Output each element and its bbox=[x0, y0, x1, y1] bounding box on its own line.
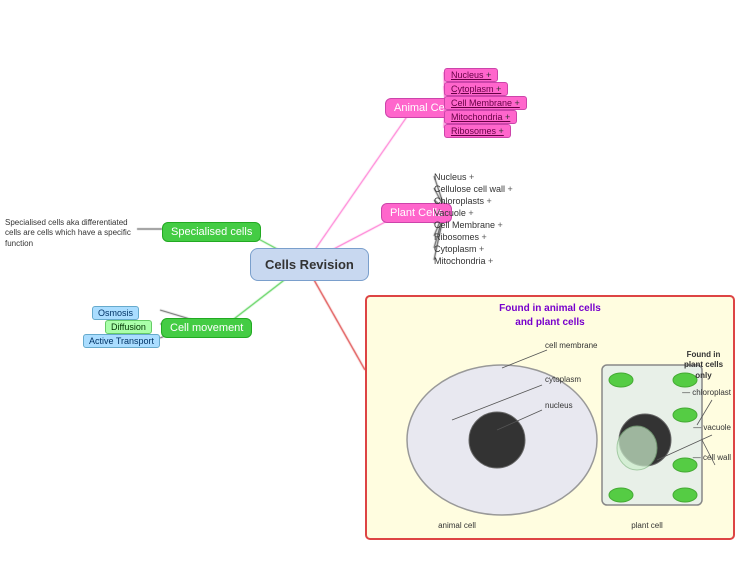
diffusion-node[interactable]: Diffusion bbox=[105, 320, 152, 334]
specialised-desc: Specialised cells aka differentiated cel… bbox=[5, 218, 135, 249]
diagram-content: cell membrane cytoplasm nucleus animal c… bbox=[367, 330, 733, 531]
plant-ribosomes: Ribosomes + bbox=[434, 232, 487, 242]
cell-movement-node[interactable]: Cell movement bbox=[161, 318, 252, 338]
diagram-box: Found in animal cellsand plant cells bbox=[365, 295, 735, 540]
animal-cytoplasm[interactable]: Cytoplasm + bbox=[444, 82, 508, 96]
osmosis-node[interactable]: Osmosis bbox=[92, 306, 139, 320]
specialised-label: Specialised cells bbox=[171, 226, 252, 238]
cell-movement-label: Cell movement bbox=[170, 322, 243, 334]
plant-chloroplasts: Chloroplasts + bbox=[434, 196, 492, 206]
svg-text:animal cell: animal cell bbox=[438, 521, 476, 530]
central-node[interactable]: Cells Revision bbox=[250, 248, 369, 281]
plant-cytoplasm: Cytoplasm + bbox=[434, 244, 484, 254]
vacuole-label: — vacuole bbox=[693, 423, 731, 432]
svg-text:cytoplasm: cytoplasm bbox=[545, 375, 581, 384]
animal-ribosomes[interactable]: Ribosomes + bbox=[444, 124, 511, 138]
cell-wall-label: — cell wall bbox=[693, 453, 731, 462]
svg-text:plant cell: plant cell bbox=[631, 521, 663, 530]
diagram-title: Found in animal cellsand plant cells bbox=[367, 302, 733, 330]
plant-cellwall: Cellulose cell wall + bbox=[434, 184, 513, 194]
plant-membrane: Cell Membrane + bbox=[434, 220, 503, 230]
svg-text:nucleus: nucleus bbox=[545, 401, 573, 410]
specialised-node[interactable]: Specialised cells bbox=[162, 222, 261, 242]
animal-mitochondria[interactable]: Mitochondria + bbox=[444, 110, 517, 124]
chloroplast-label: — chloroplast bbox=[682, 388, 731, 397]
active-transport-node[interactable]: Active Transport bbox=[83, 334, 160, 348]
animal-membrane[interactable]: Cell Membrane + bbox=[444, 96, 527, 110]
animal-nucleus[interactable]: Nucleus + bbox=[444, 68, 498, 82]
plant-nucleus: Nucleus + bbox=[434, 172, 474, 182]
svg-text:cell membrane: cell membrane bbox=[545, 341, 598, 350]
central-label: Cells Revision bbox=[265, 257, 354, 272]
found-in-plant-label: Found inplant cellsonly bbox=[676, 350, 731, 381]
plant-vacuole: Vacuole + bbox=[434, 208, 474, 218]
plant-mitochondria: Mitochondria + bbox=[434, 256, 493, 266]
